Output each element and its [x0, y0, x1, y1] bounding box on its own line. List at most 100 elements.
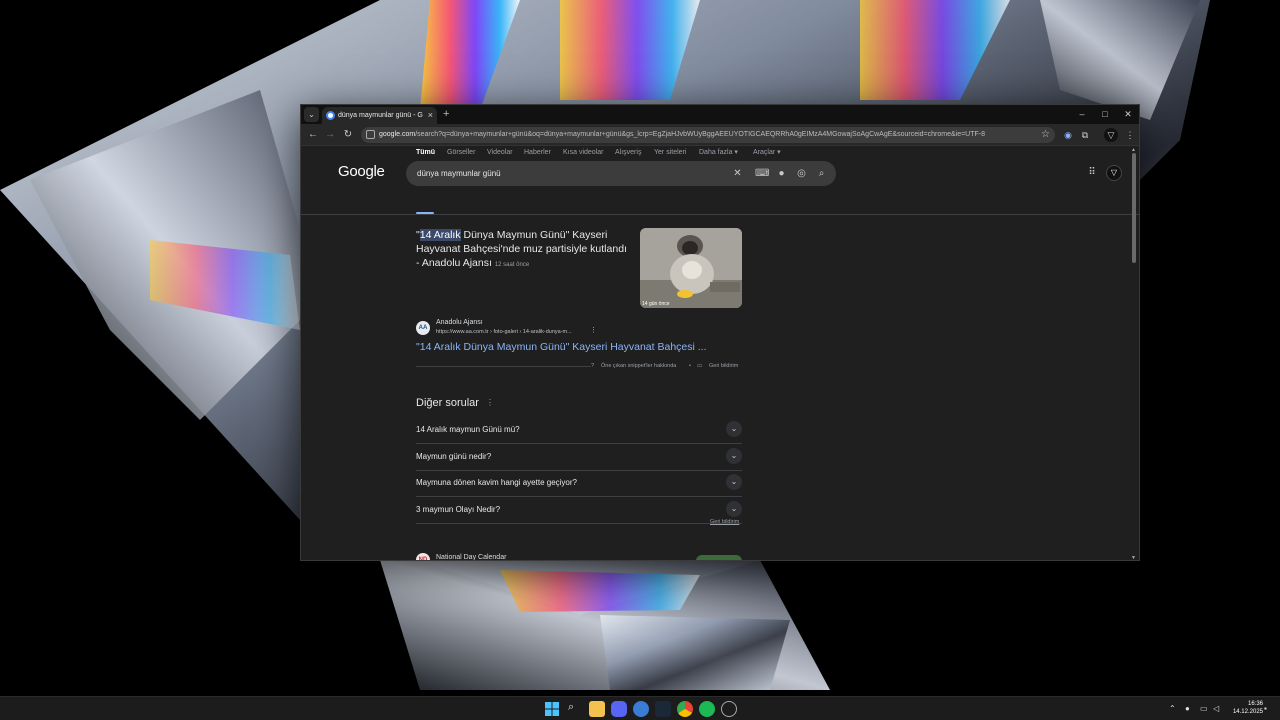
tab-videos[interactable]: Videolar	[487, 147, 513, 159]
reload-icon[interactable]: ↻	[341, 128, 355, 142]
profile-icon[interactable]: ▽	[1104, 128, 1118, 142]
extensions-icon[interactable]: ⧉	[1078, 128, 1092, 142]
tab-more[interactable]: Daha fazla ▾	[699, 147, 738, 159]
snippet-feedback-row: ? Öne çıkan snippet'ler hakkında • ▭ Ger…	[591, 362, 743, 372]
tab-places[interactable]: Yer siteleri	[654, 147, 686, 159]
volume-icon[interactable]: ◁	[1213, 703, 1219, 715]
tray-chevron-icon[interactable]: ⌃	[1169, 703, 1176, 715]
browser-window: ⌄ dünya maymunlar günü - Google × + – □ …	[300, 104, 1140, 561]
settings-gear-icon[interactable]	[721, 701, 737, 717]
featured-snippet-title: "14 Aralık Dünya Maymun Günü" Kayseri Ha…	[416, 228, 631, 272]
url-path: /search?q=dünya+maymunlar+günü&oq=dünya+…	[415, 131, 986, 138]
tab-news[interactable]: Haberler	[524, 147, 551, 159]
scroll-thumb[interactable]	[1132, 153, 1136, 263]
new-tab-button[interactable]: +	[443, 108, 449, 121]
page-viewport: Google dünya maymunlar günü ✕ ⌨ ● ◎ ⌕ ⠿ …	[301, 147, 1139, 560]
paa-question-text: Maymuna dönen kavim hangi ayette geçiyor…	[416, 478, 577, 487]
scroll-down-icon[interactable]: ▼	[1131, 555, 1136, 560]
tab-active[interactable]: dünya maymunlar günü - Google ×	[322, 107, 437, 124]
search-icon[interactable]: ⌕	[815, 167, 828, 180]
windows-start-icon[interactable]	[544, 701, 560, 717]
search-query: dünya maymunlar günü	[417, 169, 501, 178]
featured-thumbnail[interactable]: 14 gün önce	[640, 228, 742, 308]
keyboard-icon[interactable]: ⌨	[755, 167, 769, 180]
search-input[interactable]: dünya maymunlar günü ✕ ⌨ ● ◎ ⌕	[406, 161, 836, 186]
tab-strip: ⌄ dünya maymunlar günü - Google × + – □ …	[301, 105, 1139, 124]
header-divider	[301, 214, 1139, 215]
back-arrow-icon[interactable]: ←	[306, 128, 320, 142]
spotify-icon[interactable]	[699, 701, 715, 717]
tab-search-button[interactable]: ⌄	[304, 107, 319, 122]
desktop: ⌄ dünya maymunlar günü - Google × + – □ …	[0, 0, 1280, 696]
close-window-button[interactable]: ✕	[1117, 107, 1139, 122]
paa-question[interactable]: Maymun günü nedir? ⌄	[416, 444, 742, 471]
microphone-icon[interactable]: ●	[1185, 703, 1190, 715]
result-source[interactable]: AA Anadolu Ajansı https://www.aa.com.tr …	[416, 318, 746, 340]
monkey-image	[640, 228, 742, 308]
feedback-link[interactable]: Geri bildirim	[709, 362, 738, 371]
tab-shopping[interactable]: Alışveriş	[615, 147, 641, 159]
url-host: google.com	[379, 131, 416, 138]
forward-arrow-icon[interactable]: →	[323, 128, 337, 142]
taskbar: ⌕ ⌃ ● ▭ ◁ 16:36 14.12.2025 ▪	[0, 696, 1280, 720]
help-icon: ?	[591, 363, 595, 369]
result-link[interactable]: "14 Aralık Dünya Maymun Günü" Kayseri Ha…	[416, 340, 707, 354]
source-name: Anadolu Ajansı	[436, 319, 483, 326]
clock[interactable]: 16:36 14.12.2025	[1227, 700, 1263, 716]
tools-button[interactable]: Araçlar ▾	[753, 147, 781, 159]
snippet-about-link[interactable]: Öne çıkan snippet'ler hakkında	[601, 362, 676, 371]
read-aloud-icon[interactable]: ◉	[1061, 128, 1075, 142]
site-info-icon[interactable]	[366, 130, 375, 139]
chevron-down-icon[interactable]: ⌄	[726, 448, 742, 464]
anadolu-favicon-icon: AA	[416, 321, 430, 335]
separator-dot: •	[689, 363, 691, 369]
tab-images[interactable]: Görseller	[447, 147, 475, 159]
lens-icon[interactable]: ◎	[795, 167, 808, 180]
file-explorer-icon[interactable]	[589, 701, 605, 717]
browser-toolbar: ← → ↻ google.com/search?q=dünya+maymunla…	[301, 124, 1139, 146]
snippet-age: 12 saat önce	[494, 262, 530, 268]
paa-more-icon[interactable]: ⋮	[486, 397, 494, 409]
notification-bell-icon[interactable]: ▪	[1264, 703, 1267, 715]
clock-time: 16:36	[1247, 701, 1263, 707]
more-options-icon[interactable]: ⋮	[590, 326, 597, 336]
chrome-icon[interactable]	[677, 701, 693, 717]
people-also-ask-title: Diğer sorular	[416, 397, 479, 409]
clear-icon[interactable]: ✕	[731, 167, 744, 180]
tab-close-icon[interactable]: ×	[428, 109, 433, 121]
address-bar[interactable]: google.com/search?q=dünya+maymunlar+günü…	[361, 127, 1055, 143]
source-url: https://www.aa.com.tr › foto-galeri › 14…	[436, 329, 572, 335]
apps-grid-icon[interactable]: ⠿	[1085, 166, 1099, 180]
maximize-button[interactable]: □	[1094, 107, 1116, 122]
national-day-favicon-icon: ND	[416, 553, 430, 560]
scrollbar[interactable]: ▲ ▼	[1131, 147, 1137, 560]
minimize-button[interactable]: –	[1071, 107, 1093, 122]
menu-kebab-icon[interactable]: ⋮	[1123, 128, 1137, 142]
thumbnail-caption: 14 gün önce	[642, 301, 670, 307]
chevron-down-icon[interactable]: ⌄	[726, 474, 742, 490]
google-logo[interactable]: Google	[338, 163, 385, 180]
steam-icon[interactable]	[655, 701, 671, 717]
tab-all[interactable]: Tümü	[416, 147, 435, 159]
paa-question[interactable]: 3 maymun Olayı Nedir? ⌄	[416, 497, 742, 524]
search-icon[interactable]: ⌕	[568, 701, 574, 713]
network-icon[interactable]: ▭	[1200, 703, 1208, 715]
result-thumbnail[interactable]	[696, 555, 742, 560]
google-favicon-icon	[326, 111, 335, 120]
discord-icon[interactable]	[611, 701, 627, 717]
paa-question[interactable]: 14 Aralık maymun Günü mü? ⌄	[416, 417, 742, 444]
paa-question-text: 14 Aralık maymun Günü mü?	[416, 425, 520, 434]
tab-title: dünya maymunlar günü - Google	[338, 112, 423, 119]
chevron-down-icon[interactable]: ⌄	[726, 421, 742, 437]
microphone-icon[interactable]: ●	[775, 167, 788, 180]
address-url: google.com/search?q=dünya+maymunlar+günü…	[379, 129, 1031, 141]
tab-short-videos[interactable]: Kısa videolar	[563, 147, 603, 159]
feedback-icon: ▭	[697, 363, 703, 369]
bookmark-star-icon[interactable]: ☆	[1041, 128, 1050, 141]
app-icon[interactable]	[633, 701, 649, 717]
paa-question[interactable]: Maymuna dönen kavim hangi ayette geçiyor…	[416, 470, 742, 497]
avatar[interactable]: ▽	[1106, 165, 1122, 181]
paa-feedback-link[interactable]: Geri bildirim	[710, 518, 739, 527]
result-source[interactable]: ND National Day Calendar	[416, 549, 746, 560]
chevron-down-icon[interactable]: ⌄	[726, 501, 742, 517]
